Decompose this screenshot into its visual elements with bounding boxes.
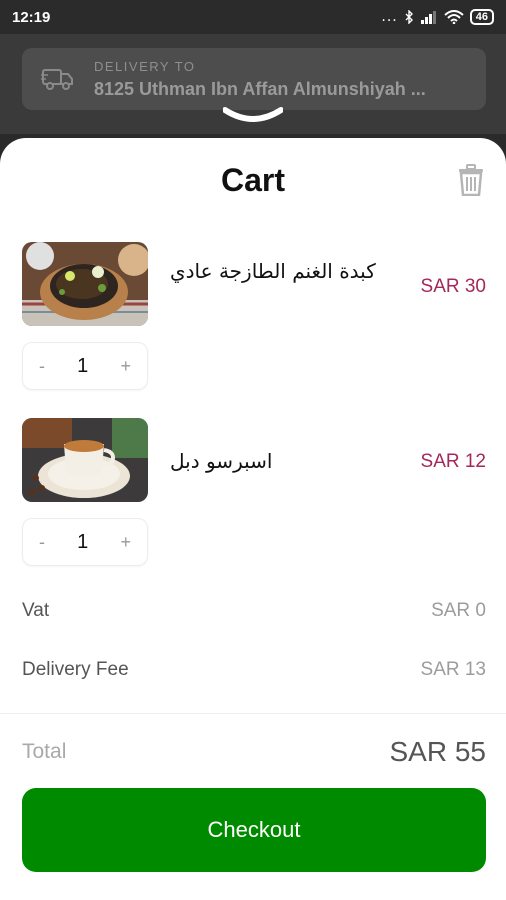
battery-indicator: 46 <box>469 9 494 25</box>
cart-sheet: Cart كبدة الغنم الطازجة عادي SAR 30 - 1 … <box>0 138 506 900</box>
total-label: Total <box>22 740 67 763</box>
divider <box>0 713 506 714</box>
bluetooth-icon <box>405 10 413 24</box>
item-price: SAR 12 <box>420 451 486 472</box>
item-name: اسبرسو دبل <box>170 449 273 473</box>
increase-button[interactable]: + <box>120 356 131 377</box>
delivery-fee-label: Delivery Fee <box>22 659 129 680</box>
delivery-truck-icon <box>22 66 94 92</box>
page-title: Cart <box>220 162 285 198</box>
item-name: كبدة الغنم الطازجة عادي <box>170 259 376 283</box>
notification-dots: ... <box>381 9 398 25</box>
chevron-down-icon[interactable] <box>223 106 283 124</box>
food-image-liver <box>22 242 148 326</box>
checkout-button[interactable]: Checkout <box>22 788 486 872</box>
item-price: SAR 30 <box>420 276 486 297</box>
quantity-stepper: - 1 + <box>22 342 148 390</box>
vat-label: Vat <box>22 600 50 621</box>
status-time: 12:19 <box>12 8 51 26</box>
total-row: Total SAR 55 <box>22 736 486 768</box>
delivery-fee-value: SAR 13 <box>420 659 486 680</box>
delivery-label: DELIVERY TO <box>94 58 196 74</box>
delivery-address-selector[interactable]: DELIVERY TO 8125 Uthman Ibn Affan Almuns… <box>22 48 486 110</box>
decrease-button[interactable]: - <box>39 532 45 553</box>
quantity-value: 1 <box>77 354 89 377</box>
vat-value: SAR 0 <box>431 600 486 621</box>
delivery-fee-row: Delivery Fee SAR 13 <box>22 659 486 681</box>
food-image-espresso <box>22 418 148 502</box>
wifi-icon <box>444 10 464 24</box>
status-icons: ... 46 <box>381 9 494 25</box>
delivery-address: 8125 Uthman Ibn Affan Almunshiyah ... <box>94 78 426 99</box>
status-bar: 12:19 ... 46 <box>0 0 506 34</box>
vat-row: Vat SAR 0 <box>22 600 486 622</box>
decrease-button[interactable]: - <box>39 356 45 377</box>
signal-icon <box>420 11 436 24</box>
quantity-stepper: - 1 + <box>22 518 148 566</box>
delivery-header: DELIVERY TO 8125 Uthman Ibn Affan Almuns… <box>0 34 506 134</box>
increase-button[interactable]: + <box>120 532 131 553</box>
total-value: SAR 55 <box>389 736 487 767</box>
quantity-value: 1 <box>77 530 89 553</box>
trash-icon[interactable] <box>456 164 486 196</box>
